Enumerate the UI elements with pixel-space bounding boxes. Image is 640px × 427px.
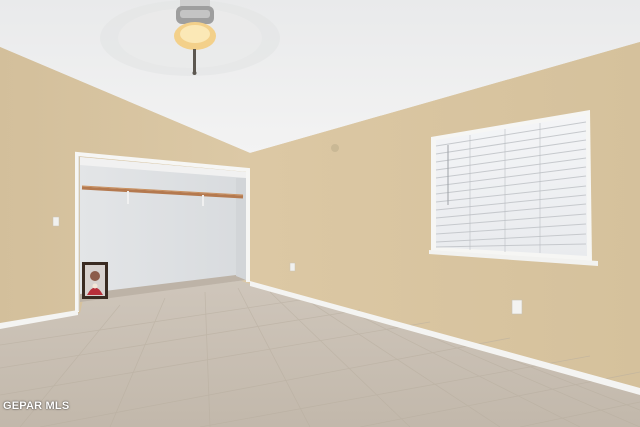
- wall-sensor-icon: [331, 144, 339, 152]
- room-illustration: [0, 0, 640, 427]
- light-switch-icon: [52, 216, 60, 227]
- framed-picture-icon: [82, 262, 108, 299]
- mls-watermark: GEPAR MLS: [3, 400, 70, 412]
- window-blinds-icon: [429, 110, 598, 266]
- outlet-icon: [511, 299, 523, 315]
- room-photo: GEPAR MLS: [0, 0, 640, 427]
- outlet-icon: [289, 262, 296, 272]
- ceiling-fan-icon: [100, 0, 280, 76]
